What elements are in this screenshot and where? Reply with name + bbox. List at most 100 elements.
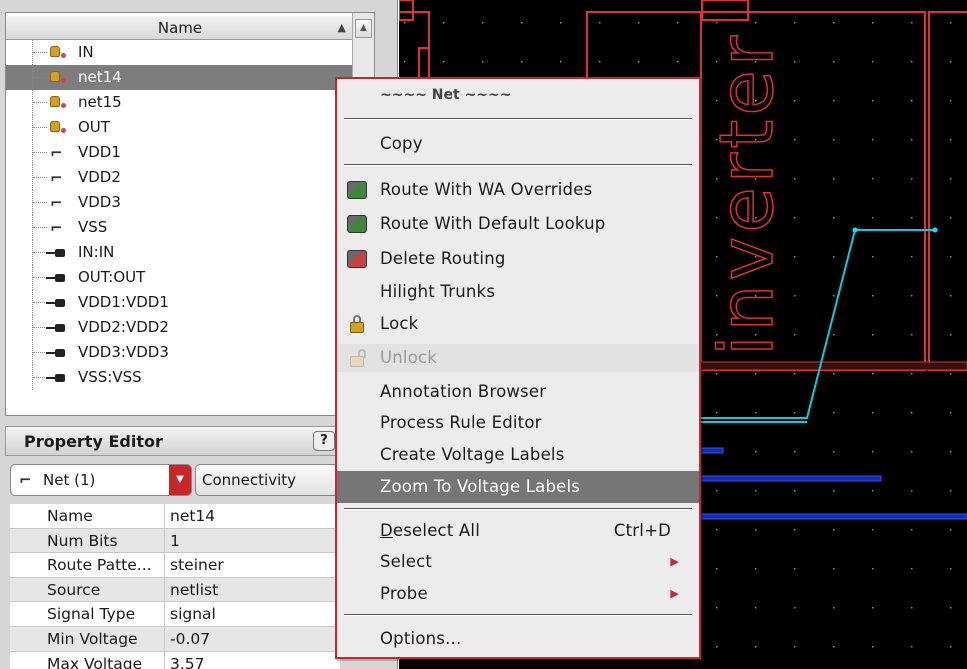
grid-dot	[794, 490, 796, 492]
property-key: Route Patte...	[47, 556, 152, 575]
tree-item-out-out[interactable]: OUT:OUT	[6, 265, 354, 290]
tree-column-header[interactable]: Name ▲	[6, 16, 354, 40]
menu-item-label-rest: eselect All	[392, 521, 480, 540]
property-value[interactable]: netlist	[170, 578, 218, 603]
menu-item-lock[interactable]: Lock	[337, 310, 699, 338]
menu-item-delete-routing[interactable]: Delete Routing	[337, 245, 699, 273]
grid-dot	[911, 256, 913, 258]
grid-dot	[872, 451, 874, 453]
property-category-select[interactable]: Connectivity	[195, 464, 340, 496]
sort-ascending-icon[interactable]: ▲	[338, 16, 346, 40]
menu-item-select[interactable]: Select ▶	[337, 548, 699, 576]
grid-dot	[443, 22, 445, 24]
metal-strip	[698, 513, 967, 520]
property-row[interactable]: Min Voltage -0.07	[10, 626, 340, 652]
pin-icon	[46, 294, 68, 312]
net-tree-list: IN net14 net15 OUT ⌐ VDD1 ⌐ VDD2 ⌐ VDD3 ⌐ VSS IN:IN O…	[6, 40, 354, 390]
menu-item-label: Delete Routing	[380, 249, 506, 268]
property-editor-title: Property Editor ?	[5, 426, 340, 456]
pin-hatch-row	[698, 361, 967, 371]
grid-dot	[872, 256, 874, 258]
tree-item-net15[interactable]: net15	[6, 90, 354, 115]
object-type-select[interactable]: ⌐ Net (1) ▼	[10, 464, 192, 496]
menu-item-label: Deselect All	[380, 521, 480, 540]
grid-dot	[872, 22, 874, 24]
menu-item-label: Route With Default Lookup	[380, 214, 606, 233]
wire-endpoint	[932, 227, 938, 233]
tree-item-in-in[interactable]: IN:IN	[6, 240, 354, 265]
menu-item-deselect-all[interactable]: Deselect All Ctrl+D	[337, 517, 699, 545]
scroll-up-arrow-icon[interactable]: ▲	[355, 19, 372, 38]
property-row[interactable]: Source netlist	[10, 577, 340, 603]
signal-net-icon	[46, 44, 68, 62]
tree-item-vss-vss[interactable]: VSS:VSS	[6, 365, 354, 390]
property-value[interactable]: -0.07	[170, 627, 210, 652]
grid-dot	[404, 61, 406, 63]
delete-routing-icon	[347, 250, 367, 268]
grid-dot	[794, 646, 796, 648]
menu-item-process-rule-editor[interactable]: Process Rule Editor	[337, 409, 699, 437]
grid-dot	[794, 61, 796, 63]
grid-dot	[872, 607, 874, 609]
property-row[interactable]: Route Patte... steiner	[10, 553, 340, 578]
chevron-down-icon[interactable]: ▼	[169, 465, 191, 495]
tree-item-in[interactable]: IN	[6, 40, 354, 65]
grid-dot	[911, 607, 913, 609]
grid-dot	[833, 568, 835, 570]
property-key: Num Bits	[47, 531, 118, 550]
property-row[interactable]: Max Voltage 3.57	[10, 651, 340, 669]
menu-item-annotation-browser[interactable]: Annotation Browser	[337, 378, 699, 406]
tree-item-label: OUT:OUT	[78, 268, 146, 286]
menu-item-create-voltage-labels[interactable]: Create Voltage Labels	[337, 441, 699, 469]
property-row[interactable]: Num Bits 1	[10, 528, 340, 554]
grid-dot	[872, 61, 874, 63]
menu-item-route-wa-overrides[interactable]: Route With WA Overrides	[337, 176, 699, 204]
property-key: Source	[47, 580, 101, 599]
menu-title: ~~~~ Net ~~~~	[380, 87, 512, 103]
pin-icon	[46, 244, 68, 262]
grid-dot	[716, 607, 718, 609]
tree-item-vdd1[interactable]: ⌐ VDD1	[6, 140, 354, 165]
wire-endpoint	[852, 227, 858, 233]
menu-item-options[interactable]: Options...	[337, 625, 699, 653]
tree-item-out[interactable]: OUT	[6, 115, 354, 140]
grid-dot	[911, 295, 913, 297]
tree-item-vdd1-vdd1[interactable]: VDD1:VDD1	[6, 290, 354, 315]
grid-dot	[911, 22, 913, 24]
grid-dot	[911, 217, 913, 219]
grid-dot	[950, 178, 952, 180]
property-value[interactable]: 3.57	[170, 652, 205, 669]
tree-item-vss[interactable]: ⌐ VSS	[6, 215, 354, 240]
tree-item-vdd2[interactable]: ⌐ VDD2	[6, 165, 354, 190]
property-value[interactable]: signal	[170, 602, 216, 627]
pin-icon	[46, 344, 68, 362]
grid-dot	[833, 256, 835, 258]
tree-item-vdd2-vdd2[interactable]: VDD2:VDD2	[6, 315, 354, 340]
tree-item-vdd3-vdd3[interactable]: VDD3:VDD3	[6, 340, 354, 365]
cell-boundary-right	[928, 11, 967, 371]
property-key: Name	[47, 507, 93, 525]
cell-name-text: inverter	[703, 31, 791, 357]
grid-dot	[833, 373, 835, 375]
menu-item-label: Copy	[380, 134, 423, 153]
menu-item-hilight-trunks[interactable]: Hilight Trunks	[337, 278, 699, 306]
signal-net-icon	[46, 69, 68, 87]
grid-dot	[794, 607, 796, 609]
grid-dot	[482, 22, 484, 24]
menu-item-copy[interactable]: Copy	[337, 130, 699, 158]
menu-item-probe[interactable]: Probe ▶	[337, 580, 699, 608]
tree-item-vdd3[interactable]: ⌐ VDD3	[6, 190, 354, 215]
net-tree-pane: Name ▲ IN net14 net15 OUT ⌐ VDD1 ⌐ VDD2 ⌐ VDD3 ⌐ VS…	[5, 12, 375, 416]
property-row[interactable]: Name net14	[10, 504, 340, 529]
property-value[interactable]: steiner	[170, 553, 224, 578]
tree-item-net14[interactable]: net14	[6, 65, 354, 90]
property-row[interactable]: Signal Type signal	[10, 602, 340, 627]
grid-dot	[794, 529, 796, 531]
help-icon[interactable]: ?	[313, 431, 335, 451]
grid-dot	[794, 256, 796, 258]
property-value[interactable]: 1	[170, 529, 180, 554]
pin-icon	[46, 369, 68, 387]
property-value[interactable]: net14	[170, 504, 215, 529]
menu-item-zoom-voltage-labels[interactable]: Zoom To Voltage Labels	[337, 471, 699, 503]
menu-item-route-default-lookup[interactable]: Route With Default Lookup	[337, 210, 699, 238]
